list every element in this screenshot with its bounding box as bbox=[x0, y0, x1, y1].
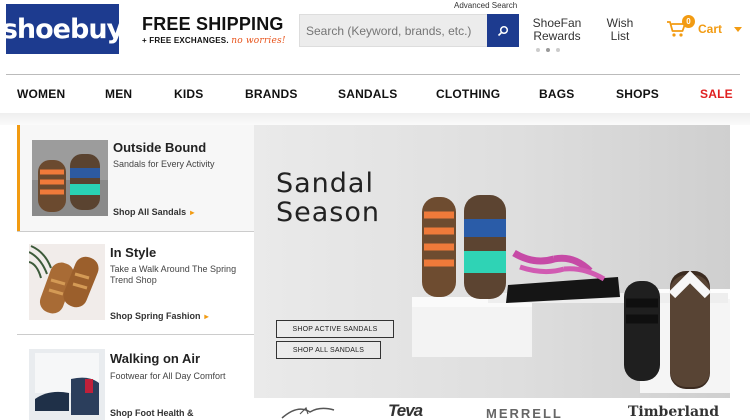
nav-bags[interactable]: BAGS bbox=[539, 87, 574, 101]
no-worries-text: no worries! bbox=[231, 36, 286, 46]
chevron-down-icon bbox=[734, 26, 743, 32]
shoefan-rewards-link[interactable]: ShoeFan Rewards bbox=[530, 17, 584, 43]
search-icon bbox=[497, 25, 509, 36]
free-shipping-banner: FREE SHIPPING + FREE EXCHANGES. no worri… bbox=[142, 14, 286, 46]
nav-men[interactable]: MEN bbox=[105, 87, 132, 101]
sandal-product-image bbox=[412, 195, 730, 393]
shoe-thumbnail-image bbox=[29, 349, 105, 420]
brand-timberland-logo[interactable]: Timberland bbox=[628, 404, 719, 420]
nav-sandals[interactable]: SANDALS bbox=[338, 87, 397, 101]
sandal-thumbnail-image bbox=[32, 140, 108, 216]
promo-title: Outside Bound bbox=[113, 140, 207, 155]
rewards-carousel-dots bbox=[536, 48, 560, 52]
wish-list-link[interactable]: Wish List bbox=[600, 17, 640, 43]
hero-banner[interactable]: Sandal Season SHOP ACTIVE SANDALS SHOP A… bbox=[254, 125, 730, 398]
shop-active-sandals-button[interactable]: SHOP ACTIVE SANDALS bbox=[276, 320, 394, 338]
cart-button[interactable]: 0 Cart bbox=[666, 15, 743, 38]
shop-foot-health-link[interactable]: Shop Foot Health & bbox=[110, 408, 194, 418]
main-nav: WOMEN MEN KIDS BRANDS SANDALS CLOTHING B… bbox=[0, 75, 750, 113]
cart-count-badge: 0 bbox=[682, 15, 695, 28]
promo-in-style[interactable]: In Style Take a Walk Around The Spring T… bbox=[17, 232, 254, 334]
arrow-right-icon: ▸ bbox=[190, 208, 195, 217]
search-button[interactable] bbox=[487, 14, 519, 47]
nav-shops[interactable]: SHOPS bbox=[616, 87, 659, 101]
nav-women[interactable]: WOMEN bbox=[17, 87, 65, 101]
promo-outside-bound[interactable]: Outside Bound Sandals for Every Activity… bbox=[17, 125, 254, 231]
shop-all-sandals-button[interactable]: SHOP ALL SANDALS bbox=[276, 341, 381, 359]
nav-brands[interactable]: BRANDS bbox=[245, 87, 298, 101]
free-shipping-title: FREE SHIPPING bbox=[142, 14, 284, 34]
promo-title: In Style bbox=[110, 245, 157, 260]
shop-all-sandals-link[interactable]: Shop All Sandals ▸ bbox=[113, 207, 194, 217]
nav-kids[interactable]: KIDS bbox=[174, 87, 203, 101]
promo-title: Walking on Air bbox=[110, 351, 201, 366]
search-input[interactable] bbox=[299, 14, 487, 47]
arrow-right-icon: ▸ bbox=[204, 312, 209, 321]
cart-label: Cart bbox=[698, 22, 723, 36]
promo-description: Sandals for Every Activity bbox=[113, 159, 215, 169]
free-exchanges-text: + FREE EXCHANGES. no worries! bbox=[142, 36, 286, 46]
advanced-search-link[interactable]: Advanced Search bbox=[454, 1, 517, 10]
promo-description: Take a Walk Around The Spring Trend Shop bbox=[110, 264, 237, 285]
nav-clothing[interactable]: CLOTHING bbox=[436, 87, 500, 101]
shoebuy-logo[interactable]: shoebuy bbox=[2, 4, 124, 54]
nav-shadow bbox=[0, 113, 750, 125]
brand-merrell-logo[interactable]: MERRELL bbox=[486, 406, 563, 420]
hero-title: Sandal Season bbox=[276, 168, 380, 228]
brand-bird-logo[interactable] bbox=[280, 402, 336, 420]
sandal-thumbnail-image bbox=[29, 244, 105, 320]
shop-spring-fashion-link[interactable]: Shop Spring Fashion ▸ bbox=[110, 311, 209, 321]
nav-sale[interactable]: SALE bbox=[700, 87, 733, 101]
promo-description: Footwear for All Day Comfort bbox=[110, 371, 226, 381]
brand-logo-strip: Teva MERRELL Timberland bbox=[254, 398, 730, 420]
brand-teva-logo[interactable]: Teva bbox=[388, 401, 423, 420]
promo-walking-on-air[interactable]: Walking on Air Footwear for All Day Comf… bbox=[17, 335, 254, 420]
